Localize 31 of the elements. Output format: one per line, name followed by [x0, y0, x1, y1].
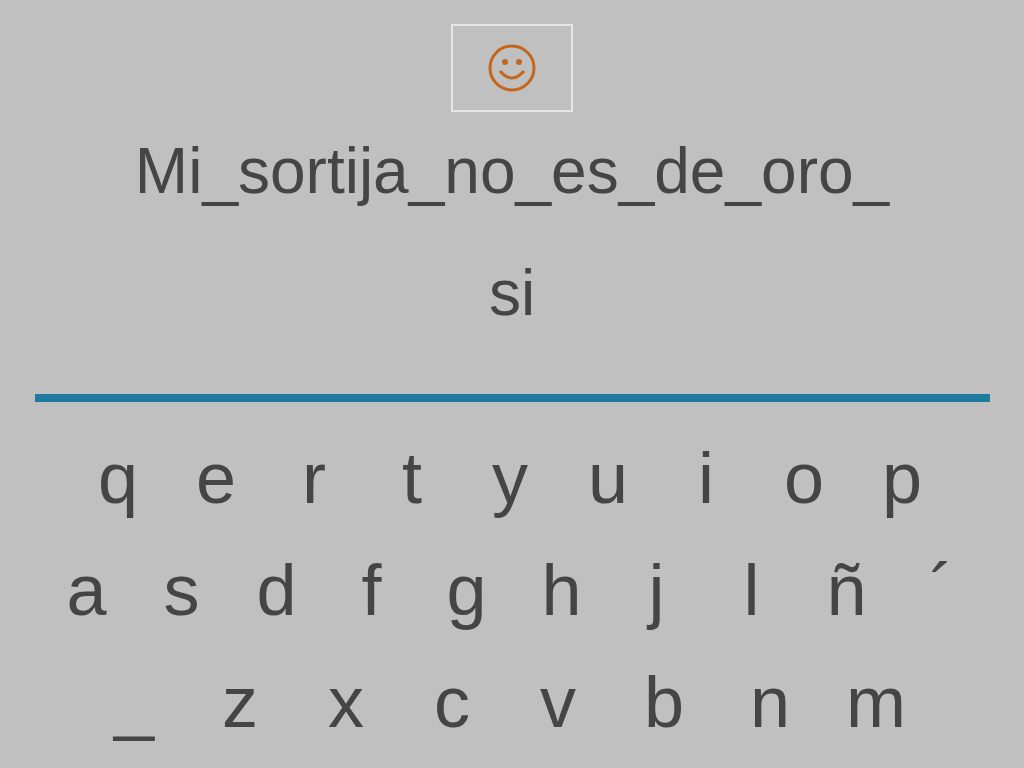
letter-key[interactable]: h: [514, 550, 609, 630]
letter-key[interactable]: g: [419, 550, 514, 630]
smiley-button[interactable]: [451, 24, 573, 112]
letter-key[interactable]: x: [293, 662, 399, 742]
letter-key[interactable]: y: [461, 438, 559, 518]
phrase-text: Mi_sortija_no_es_de_oro_: [134, 135, 890, 207]
letter-key[interactable]: u: [559, 438, 657, 518]
letter-key[interactable]: t: [363, 438, 461, 518]
letter-key[interactable]: l: [704, 550, 799, 630]
letter-key[interactable]: c: [399, 662, 505, 742]
letter-key[interactable]: p: [853, 438, 951, 518]
letter-key[interactable]: a: [39, 550, 134, 630]
letter-key[interactable]: ´: [894, 550, 989, 630]
letter-key[interactable]: n: [717, 662, 823, 742]
letter-key[interactable]: ñ: [799, 550, 894, 630]
letter-key[interactable]: r: [265, 438, 363, 518]
letter-key[interactable]: m: [823, 662, 929, 742]
letter-key[interactable]: j: [609, 550, 704, 630]
letter-key[interactable]: o: [755, 438, 853, 518]
letter-key[interactable]: z: [187, 662, 293, 742]
letter-key[interactable]: e: [167, 438, 265, 518]
letter-key[interactable]: v: [505, 662, 611, 742]
letter-key[interactable]: f: [324, 550, 419, 630]
letter-key[interactable]: q: [69, 438, 167, 518]
smiley-icon: [487, 43, 537, 93]
letter-key[interactable]: b: [611, 662, 717, 742]
letter-key[interactable]: _: [81, 662, 187, 742]
letter-key[interactable]: i: [657, 438, 755, 518]
letter-key[interactable]: d: [229, 550, 324, 630]
letter-key[interactable]: s: [134, 550, 229, 630]
answer-text: si: [488, 257, 536, 329]
